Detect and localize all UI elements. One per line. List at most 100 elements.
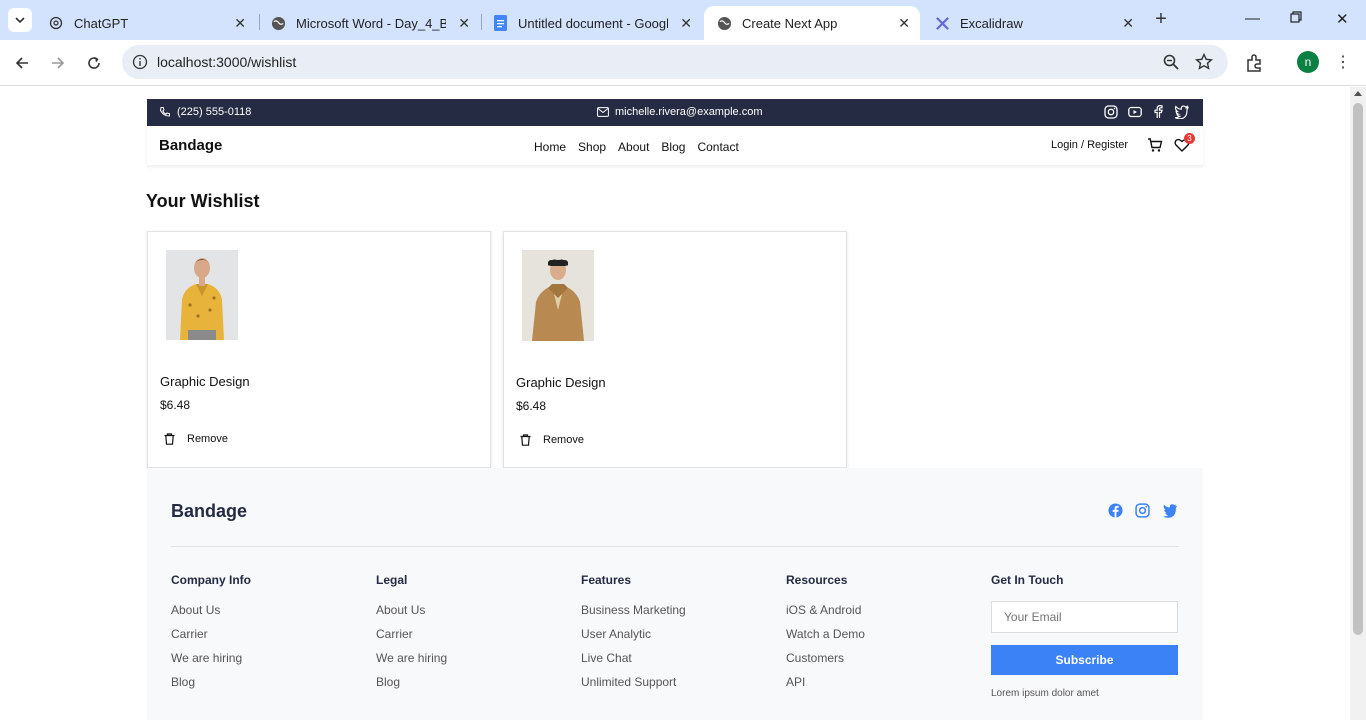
- zoom-icon[interactable]: [1162, 53, 1180, 71]
- footer-column-heading: Get In Touch: [991, 573, 1064, 587]
- close-icon[interactable]: ✕: [1122, 15, 1134, 32]
- new-tab-button[interactable]: +: [1150, 9, 1172, 31]
- arrow-right-icon: [52, 57, 65, 69]
- phone-icon: [159, 107, 170, 117]
- wishlist-card: Graphic Design $6.48 Remove: [503, 231, 847, 468]
- close-icon[interactable]: ✕: [234, 15, 246, 32]
- omnibox[interactable]: localhost:3000/wishlist: [122, 45, 1228, 79]
- site-footer: Bandage Company Info About Us Carrier We…: [147, 468, 1203, 720]
- instagram-icon[interactable]: [1104, 105, 1118, 119]
- footer-link[interactable]: About Us: [376, 603, 447, 627]
- footer-column-heading: Company Info: [171, 573, 251, 587]
- remove-label: Remove: [187, 433, 228, 445]
- footer-link[interactable]: Business Marketing: [581, 603, 686, 627]
- tab-google-docs[interactable]: Untitled document - Google ✕: [480, 6, 702, 40]
- product-price: $6.48: [160, 398, 191, 412]
- close-icon[interactable]: ✕: [898, 15, 910, 32]
- main-navbar: Bandage Home Shop About Blog Contact Log…: [147, 126, 1203, 165]
- nav-link-shop[interactable]: Shop: [578, 140, 606, 154]
- contact-topbar: (225) 555-0118 michelle.rivera@example.c…: [147, 99, 1203, 126]
- nav-link-contact[interactable]: Contact: [697, 140, 738, 154]
- instagram-icon[interactable]: [1135, 503, 1150, 518]
- tab-create-next-app[interactable]: Create Next App ✕: [704, 6, 920, 40]
- trash-icon: [164, 433, 175, 445]
- footer-column-heading: Legal: [376, 573, 408, 587]
- close-window-button[interactable]: ✕: [1336, 10, 1349, 28]
- subscribe-button[interactable]: Subscribe: [991, 645, 1178, 675]
- footer-link[interactable]: Unlimited Support: [581, 675, 686, 699]
- product-image[interactable]: [166, 250, 238, 340]
- twitter-icon[interactable]: [1174, 105, 1189, 119]
- youtube-icon[interactable]: [1128, 105, 1142, 119]
- brand-logo[interactable]: Bandage: [159, 137, 222, 154]
- remove-button[interactable]: Remove: [164, 430, 228, 448]
- close-icon[interactable]: ✕: [458, 15, 470, 32]
- tab-chatgpt[interactable]: ChatGPT ✕: [36, 6, 256, 40]
- login-register-link[interactable]: Login / Register: [1051, 139, 1128, 151]
- mail-icon: [597, 107, 609, 117]
- more-menu-icon[interactable]: ⋮: [1335, 52, 1351, 72]
- footer-link[interactable]: Live Chat: [581, 651, 686, 675]
- nav-link-about[interactable]: About: [618, 140, 649, 154]
- globe-icon: [716, 15, 732, 31]
- close-icon[interactable]: ✕: [680, 15, 692, 32]
- footer-column-legal: Legal About Us Carrier We are hiring Blo…: [376, 573, 447, 699]
- footer-column-heading: Resources: [786, 573, 848, 587]
- facebook-icon[interactable]: [1152, 105, 1164, 119]
- trash-icon: [520, 434, 531, 446]
- nav-link-blog[interactable]: Blog: [661, 140, 685, 154]
- chevron-down-icon: [15, 17, 25, 24]
- footer-divider: [171, 546, 1179, 547]
- restore-button[interactable]: [1290, 10, 1302, 27]
- footer-link[interactable]: We are hiring: [171, 651, 251, 675]
- footer-column-features: Features Business Marketing User Analyti…: [581, 573, 686, 699]
- footer-link[interactable]: User Analytic: [581, 627, 686, 651]
- wishlist-count-badge: 3: [1184, 133, 1195, 144]
- footer-link[interactable]: About Us: [171, 603, 251, 627]
- email-address: michelle.rivera@example.com: [615, 106, 763, 118]
- tab-search-button[interactable]: [8, 8, 32, 32]
- footer-link[interactable]: Customers: [786, 651, 865, 675]
- extensions-icon[interactable]: [1245, 53, 1265, 73]
- forward-button[interactable]: [47, 52, 69, 74]
- footer-column-heading: Features: [581, 573, 632, 587]
- back-button[interactable]: [11, 52, 33, 74]
- excalidraw-icon: [934, 15, 950, 31]
- restore-icon: [1290, 11, 1302, 23]
- url-text[interactable]: localhost:3000/wishlist: [157, 54, 296, 70]
- footer-link[interactable]: iOS & Android: [786, 603, 865, 627]
- cart-icon[interactable]: [1147, 137, 1163, 153]
- wishlist-card: Graphic Design $6.48 Remove: [147, 231, 491, 468]
- tab-excalidraw[interactable]: Excalidraw ✕: [922, 6, 1144, 40]
- product-image[interactable]: [522, 250, 594, 341]
- footer-brand[interactable]: Bandage: [171, 501, 247, 522]
- footer-link[interactable]: We are hiring: [376, 651, 447, 675]
- tab-title: Excalidraw: [960, 15, 1023, 31]
- footer-link[interactable]: Carrier: [376, 627, 447, 651]
- profile-avatar[interactable]: n: [1297, 51, 1319, 73]
- nav-link-home[interactable]: Home: [534, 140, 566, 154]
- footer-link[interactable]: Blog: [171, 675, 251, 699]
- product-price: $6.48: [516, 399, 547, 413]
- reload-button[interactable]: [83, 52, 105, 74]
- footer-column-resources: Resources iOS & Android Watch a Demo Cus…: [786, 573, 865, 699]
- footer-link[interactable]: Blog: [376, 675, 447, 699]
- footer-link[interactable]: Carrier: [171, 627, 251, 651]
- page-scrollbar[interactable]: [1350, 87, 1366, 720]
- tab-microsoft-word[interactable]: Microsoft Word - Day_4_Buil ✕: [258, 6, 480, 40]
- remove-button[interactable]: Remove: [520, 431, 584, 449]
- minimize-button[interactable]: —: [1245, 10, 1260, 27]
- footer-link[interactable]: Watch a Demo: [786, 627, 865, 651]
- facebook-icon[interactable]: [1108, 503, 1123, 518]
- product-name[interactable]: Graphic Design: [160, 374, 250, 389]
- scroll-up-icon[interactable]: [1354, 91, 1362, 96]
- footer-link[interactable]: API: [786, 675, 865, 699]
- tab-title: Untitled document - Google: [518, 15, 668, 31]
- scroll-thumb[interactable]: [1353, 103, 1363, 635]
- star-icon[interactable]: [1195, 53, 1213, 71]
- newsletter-email-input[interactable]: [991, 601, 1178, 633]
- info-icon[interactable]: [132, 54, 148, 70]
- footer-column-get-in-touch: Get In Touch: [991, 573, 1063, 603]
- twitter-icon[interactable]: [1162, 503, 1178, 518]
- product-name[interactable]: Graphic Design: [516, 375, 606, 390]
